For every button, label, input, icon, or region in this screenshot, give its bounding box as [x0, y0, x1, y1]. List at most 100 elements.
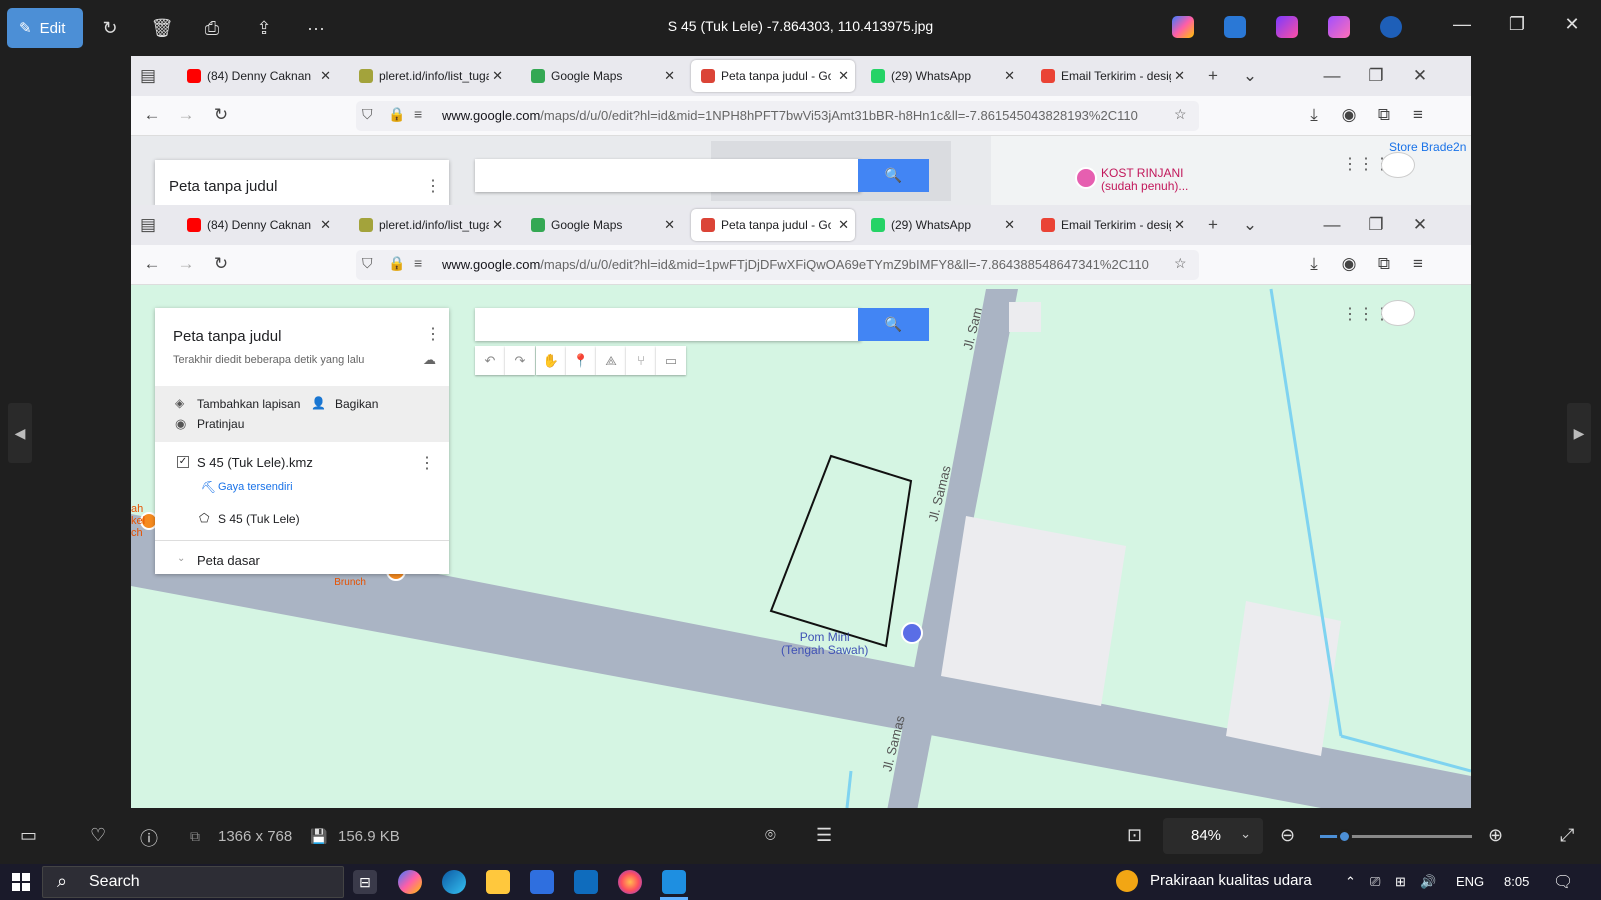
tray-chevron-icon[interactable]: ⌃ — [1345, 874, 1356, 890]
main-tab-1[interactable]: pleret.id/info/list_tugas ✕ — [349, 209, 509, 241]
previous-photo-button[interactable]: ◀ — [8, 403, 32, 463]
main-tab-close-icon[interactable]: ✕ — [838, 217, 849, 233]
minimize-icon[interactable]: — — [1447, 14, 1477, 35]
main-tab-4[interactable]: (29) WhatsApp ✕ — [861, 209, 1021, 241]
zoom-slider-thumb[interactable] — [1337, 829, 1353, 844]
favorite-icon[interactable]: ♡ — [90, 825, 106, 846]
zoom-out-icon[interactable]: ⊖ — [1280, 825, 1295, 846]
main-extensions-icon[interactable]: ⧉ — [1373, 254, 1395, 274]
layer-menu-icon[interactable]: ⋮ — [419, 453, 435, 473]
forward-icon[interactable]: → — [175, 105, 197, 125]
map-title[interactable]: Peta tanpa judul — [173, 328, 281, 345]
panel-menu-icon[interactable]: ⋮ — [425, 324, 441, 344]
top-tab-close-icon[interactable]: ✕ — [1004, 68, 1015, 84]
zoom-slider[interactable] — [1320, 829, 1472, 844]
fuel-marker[interactable] — [901, 622, 923, 644]
clock[interactable]: 8:05 — [1504, 874, 1529, 889]
share-button[interactable]: Bagikan — [335, 397, 378, 411]
filmstrip-icon[interactable]: ▭ — [20, 825, 37, 846]
top-tab-close-icon[interactable]: ✕ — [1174, 68, 1185, 84]
windows-start-icon[interactable] — [12, 873, 30, 891]
volume-icon[interactable]: 🔊 — [1420, 874, 1436, 890]
ocr-icon[interactable]: ☰ — [816, 825, 832, 846]
edge-icon[interactable] — [442, 870, 466, 894]
bookmark-star-icon[interactable]: ☆ — [1174, 106, 1187, 123]
top-tab-close-icon[interactable]: ✕ — [838, 68, 849, 84]
designer-icon[interactable] — [1224, 16, 1246, 38]
main-reload-icon[interactable]: ↻ — [210, 254, 232, 274]
tab-list-icon[interactable]: ▤ — [137, 66, 159, 86]
main-close-icon[interactable]: ✕ — [1409, 215, 1431, 235]
notification-icon[interactable]: 🗨 — [1553, 872, 1573, 892]
main-menu-icon[interactable]: ≡ — [1407, 254, 1429, 274]
ruler-icon[interactable]: ▭ — [656, 346, 686, 375]
fullscreen-icon[interactable]: ⤢ — [1560, 825, 1574, 846]
taskbar-search[interactable]: ⌕ Search — [42, 866, 344, 898]
style-link[interactable]: Gaya tersendiri — [218, 481, 293, 493]
back-icon[interactable]: ← — [141, 105, 163, 125]
feature-item[interactable]: S 45 (Tuk Lele) — [218, 512, 300, 526]
onedrive-icon[interactable] — [1380, 16, 1402, 38]
language-indicator[interactable]: ENG — [1456, 874, 1484, 889]
map-search-button[interactable]: 🔍 — [858, 308, 929, 341]
main-tab-0[interactable]: (84) Denny Caknan ✕ — [177, 209, 337, 241]
pom-label[interactable]: Pom Mini (Tengah Sawah) — [781, 631, 868, 657]
marker-icon[interactable]: 📍 — [566, 346, 596, 375]
main-tab-close-icon[interactable]: ✕ — [664, 217, 675, 233]
camera-icon[interactable]: ⎚ — [1370, 874, 1380, 890]
main-tab-3[interactable]: Peta tanpa judul - Google ✕ — [691, 209, 855, 241]
main-url-bar[interactable]: ⛉ 🔒 ≡ www.google.com/maps/d/u/0/edit?hl=… — [356, 250, 1199, 280]
main-minimize-icon[interactable]: — — [1321, 215, 1343, 235]
extensions-icon[interactable]: ⧉ — [1373, 105, 1395, 125]
redo-icon[interactable]: ↷ — [505, 346, 535, 375]
main-back-icon[interactable]: ← — [141, 254, 163, 274]
menu-icon[interactable]: ≡ — [1407, 105, 1429, 125]
visual-search-icon[interactable]: ⌾ — [765, 825, 776, 846]
main-tab-5[interactable]: Email Terkirim - design ✕ — [1031, 209, 1191, 241]
basemap-chevron-icon[interactable]: ⌄ — [177, 553, 185, 564]
top-tab-2[interactable]: Google Maps ✕ — [521, 60, 681, 92]
main-tab-close-icon[interactable]: ✕ — [492, 217, 503, 233]
file-explorer-icon[interactable] — [486, 870, 510, 894]
main-tab-close-icon[interactable]: ✕ — [320, 217, 331, 233]
top-tab-close-icon[interactable]: ✕ — [320, 68, 331, 84]
new-tab-icon[interactable]: + — [1202, 66, 1224, 86]
network-icon[interactable]: ⊞ — [1395, 874, 1406, 890]
draw-line-icon[interactable]: ⟁ — [596, 346, 626, 375]
main-tab-close-icon[interactable]: ✕ — [1174, 217, 1185, 233]
top-url-bar[interactable]: ⛉ 🔒 ≡ www.google.com/maps/d/u/0/edit?hl=… — [356, 101, 1199, 131]
map-search-input[interactable] — [475, 308, 861, 341]
top-avatar[interactable] — [1381, 152, 1415, 178]
kost-marker[interactable] — [1075, 167, 1097, 189]
copilot-taskbar-icon[interactable] — [398, 870, 422, 894]
top-tab-5[interactable]: Email Terkirim - design ✕ — [1031, 60, 1191, 92]
close-icon[interactable]: ✕ — [1557, 14, 1587, 35]
weather-icon[interactable] — [1116, 870, 1138, 892]
main-tab-list-icon[interactable]: ▤ — [137, 215, 159, 235]
kost-label[interactable]: KOST RINJANI (sudah penuh)... — [1101, 167, 1188, 193]
main-tab-close-icon[interactable]: ✕ — [1004, 217, 1015, 233]
main-tab-dropdown-icon[interactable]: ⌄ — [1239, 215, 1261, 235]
top-search-button[interactable]: 🔍 — [858, 159, 929, 192]
layer-name[interactable]: S 45 (Tuk Lele).kmz — [197, 455, 313, 470]
top-tab-1[interactable]: pleret.id/info/list_tugas ✕ — [349, 60, 509, 92]
hand-icon[interactable]: ✋ — [536, 346, 566, 375]
base-map-item[interactable]: Peta dasar — [197, 553, 260, 568]
photos-taskbar-icon[interactable] — [662, 870, 686, 894]
outlook-icon[interactable] — [574, 870, 598, 894]
tab-dropdown-icon[interactable]: ⌄ — [1239, 66, 1261, 86]
restore-icon[interactable]: ❐ — [1502, 14, 1532, 35]
preview-button[interactable]: Pratinjau — [197, 417, 244, 431]
add-layer-button[interactable]: Tambahkan lapisan — [197, 397, 300, 411]
store-icon[interactable] — [530, 870, 554, 894]
main-account-icon[interactable]: ◉ — [1338, 254, 1360, 274]
top-close-icon[interactable]: ✕ — [1409, 66, 1431, 86]
directions-icon[interactable]: ⑂ — [626, 346, 656, 375]
top-tab-3[interactable]: Peta tanpa judul - Google ✕ — [691, 60, 855, 92]
account-icon[interactable]: ◉ — [1338, 105, 1360, 125]
top-tab-4[interactable]: (29) WhatsApp ✕ — [861, 60, 1021, 92]
layer-checkbox[interactable]: ✓ — [177, 456, 189, 468]
zoom-in-icon[interactable]: ⊕ — [1488, 825, 1503, 846]
copilot-icon[interactable] — [1172, 16, 1194, 38]
firefox-icon[interactable] — [618, 870, 642, 894]
